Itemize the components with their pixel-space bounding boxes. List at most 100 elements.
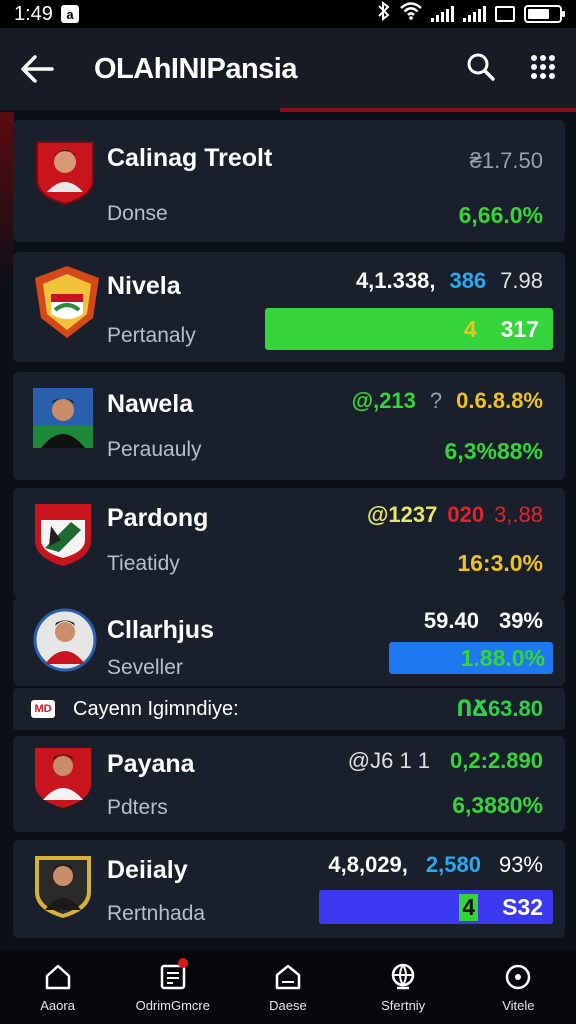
row-subtitle: Tieatidy bbox=[107, 552, 180, 575]
list-item[interactable]: Deiialy Rertnhada 4,8,029, 2,580 93% 4 S… bbox=[13, 840, 565, 938]
row-value: @J6 1 1 bbox=[347, 748, 431, 773]
nav-item-globe[interactable]: Sfertniy bbox=[348, 962, 458, 1013]
row-percent: 16:3.0% bbox=[457, 550, 543, 576]
row-name: Nivela bbox=[107, 272, 181, 300]
row-value: 7.98 bbox=[500, 268, 543, 293]
row-percent: 6,3880% bbox=[452, 792, 543, 818]
list-item[interactable]: Calinag Treolt Donse ₴1.7.50 6,66.0% bbox=[13, 120, 565, 242]
row-value: 59.40 bbox=[423, 608, 479, 633]
row-value: 0.6.8.8% bbox=[456, 388, 543, 413]
row-value: @,213 bbox=[351, 388, 416, 413]
row-value: 39% bbox=[498, 608, 543, 633]
nav-item-house[interactable]: Daese bbox=[233, 962, 343, 1013]
summary-row[interactable]: MD Cayenn Igimndiye: ՈՃ63.80 bbox=[13, 688, 565, 730]
accent-glow bbox=[0, 112, 14, 292]
summary-label: Cayenn Igimndiye: bbox=[73, 697, 239, 720]
nav-item-inbox[interactable]: OdrimGmcre bbox=[118, 957, 228, 1013]
row-name: Nawela bbox=[107, 390, 194, 418]
row-value: 386 bbox=[449, 268, 487, 293]
row-subtitle: Donse bbox=[107, 202, 168, 225]
row-value: ? bbox=[429, 388, 443, 413]
player-avatar bbox=[33, 608, 101, 676]
row-values: ₴1.7.50 bbox=[470, 148, 543, 174]
list-item[interactable]: Payana Pdters @J6 1 1 0,2:2.890 6,3880% bbox=[13, 736, 565, 832]
bar-value: 1.88.0% bbox=[460, 644, 545, 671]
row-percent: 6,3%88% bbox=[444, 438, 543, 464]
list-item[interactable]: Nivela Pertanaly 4,1.338, 386 7.98 4 317 bbox=[13, 252, 565, 362]
signal-icon bbox=[431, 6, 454, 22]
row-value: 2,580 bbox=[425, 852, 481, 877]
row-value: 4,1.338, bbox=[355, 268, 436, 293]
value-bar: 1.88.0% bbox=[389, 642, 553, 674]
signal-icon-2 bbox=[463, 6, 486, 22]
grid-menu-icon[interactable] bbox=[530, 54, 556, 85]
search-icon[interactable] bbox=[466, 52, 496, 87]
row-value: 93% bbox=[498, 852, 543, 877]
row-subtitle: Rertnhada bbox=[107, 902, 206, 925]
row-subtitle: Seveller bbox=[107, 656, 183, 679]
player-avatar bbox=[31, 852, 99, 920]
app-bar: OLAhINIPansia bbox=[0, 28, 576, 110]
nav-label: Aaora bbox=[40, 997, 75, 1013]
notification-icon: a bbox=[60, 5, 79, 23]
row-value: ₴1.7.50 bbox=[469, 148, 543, 173]
page-title: OLAhINIPansia bbox=[94, 52, 298, 85]
bar-value: S32 bbox=[502, 893, 543, 920]
row-values: 4,8,029, 2,580 93% bbox=[328, 852, 543, 878]
row-values: 59.40 39% bbox=[424, 608, 543, 634]
row-subtitle: Pdters bbox=[107, 796, 168, 819]
row-value: 020 bbox=[447, 502, 485, 527]
row-name: Pardong bbox=[107, 504, 209, 532]
nav-label: OdrimGmcre bbox=[135, 997, 210, 1013]
nav-item-more[interactable]: Vitele bbox=[463, 962, 573, 1013]
nav-label: Sfertniy bbox=[381, 997, 426, 1013]
wifi-icon bbox=[400, 2, 422, 26]
bar-value: 4 bbox=[463, 315, 477, 342]
globe-icon bbox=[388, 962, 418, 992]
row-value: 0,2:2.890 bbox=[450, 748, 543, 773]
summary-value: ՈՃ63.80 bbox=[456, 696, 543, 721]
row-values: @,213 ? 0.6.8.8% bbox=[352, 388, 543, 414]
bottom-navigation: Aaora OdrimGmcre Daese Sfertniy Vitele bbox=[0, 950, 576, 1024]
value-bar: 4 S32 bbox=[319, 890, 553, 924]
team-crest bbox=[31, 264, 99, 338]
row-subtitle: Pertanaly bbox=[107, 324, 196, 347]
row-percent: 6,66.0% bbox=[458, 202, 543, 228]
player-avatar bbox=[31, 744, 99, 812]
row-values: @1237 020 3,.88 bbox=[367, 502, 543, 528]
notification-dot bbox=[177, 957, 188, 968]
row-name: Cllarhjus bbox=[107, 616, 214, 644]
player-avatar bbox=[31, 386, 99, 454]
cast-icon bbox=[495, 6, 515, 22]
row-name: Payana bbox=[107, 750, 195, 778]
list-item[interactable]: Cllarhjus Seveller 59.40 39% 1.88.0% bbox=[13, 598, 565, 686]
status-bar: 1:49 a bbox=[0, 0, 576, 28]
row-value: 3,.88 bbox=[494, 502, 543, 527]
nav-label: Vitele bbox=[502, 997, 535, 1013]
row-values: 4,1.338, 386 7.98 bbox=[356, 268, 543, 294]
bar-value: 4 bbox=[459, 893, 479, 921]
summary-badge-icon: MD bbox=[31, 700, 55, 718]
row-name: Deiialy bbox=[107, 856, 188, 884]
list-item[interactable]: Nawela Perauauly @,213 ? 0.6.8.8% 6,3%88… bbox=[13, 372, 565, 480]
house-icon bbox=[273, 962, 303, 992]
bar-value: 317 bbox=[500, 315, 539, 342]
accent-line bbox=[280, 108, 576, 112]
row-name: Calinag Treolt bbox=[107, 144, 273, 172]
row-values: @J6 1 1 0,2:2.890 bbox=[348, 748, 543, 774]
bluetooth-icon bbox=[377, 0, 391, 27]
row-value: 4,8,029, bbox=[328, 852, 408, 877]
team-crest bbox=[31, 500, 99, 568]
nav-label: Daese bbox=[269, 997, 307, 1013]
home-icon bbox=[43, 962, 73, 992]
back-button[interactable] bbox=[20, 49, 60, 89]
nav-item-home[interactable]: Aaora bbox=[3, 962, 113, 1013]
status-time: 1:49 bbox=[14, 2, 53, 25]
player-avatar bbox=[31, 138, 99, 206]
circle-dot-icon bbox=[503, 962, 533, 992]
row-subtitle: Perauauly bbox=[107, 438, 202, 461]
value-bar: 4 317 bbox=[265, 308, 553, 350]
row-value: @1237 bbox=[366, 502, 438, 527]
battery-icon bbox=[524, 5, 565, 23]
list-item[interactable]: Pardong Tieatidy @1237 020 3,.88 16:3.0% bbox=[13, 488, 565, 598]
